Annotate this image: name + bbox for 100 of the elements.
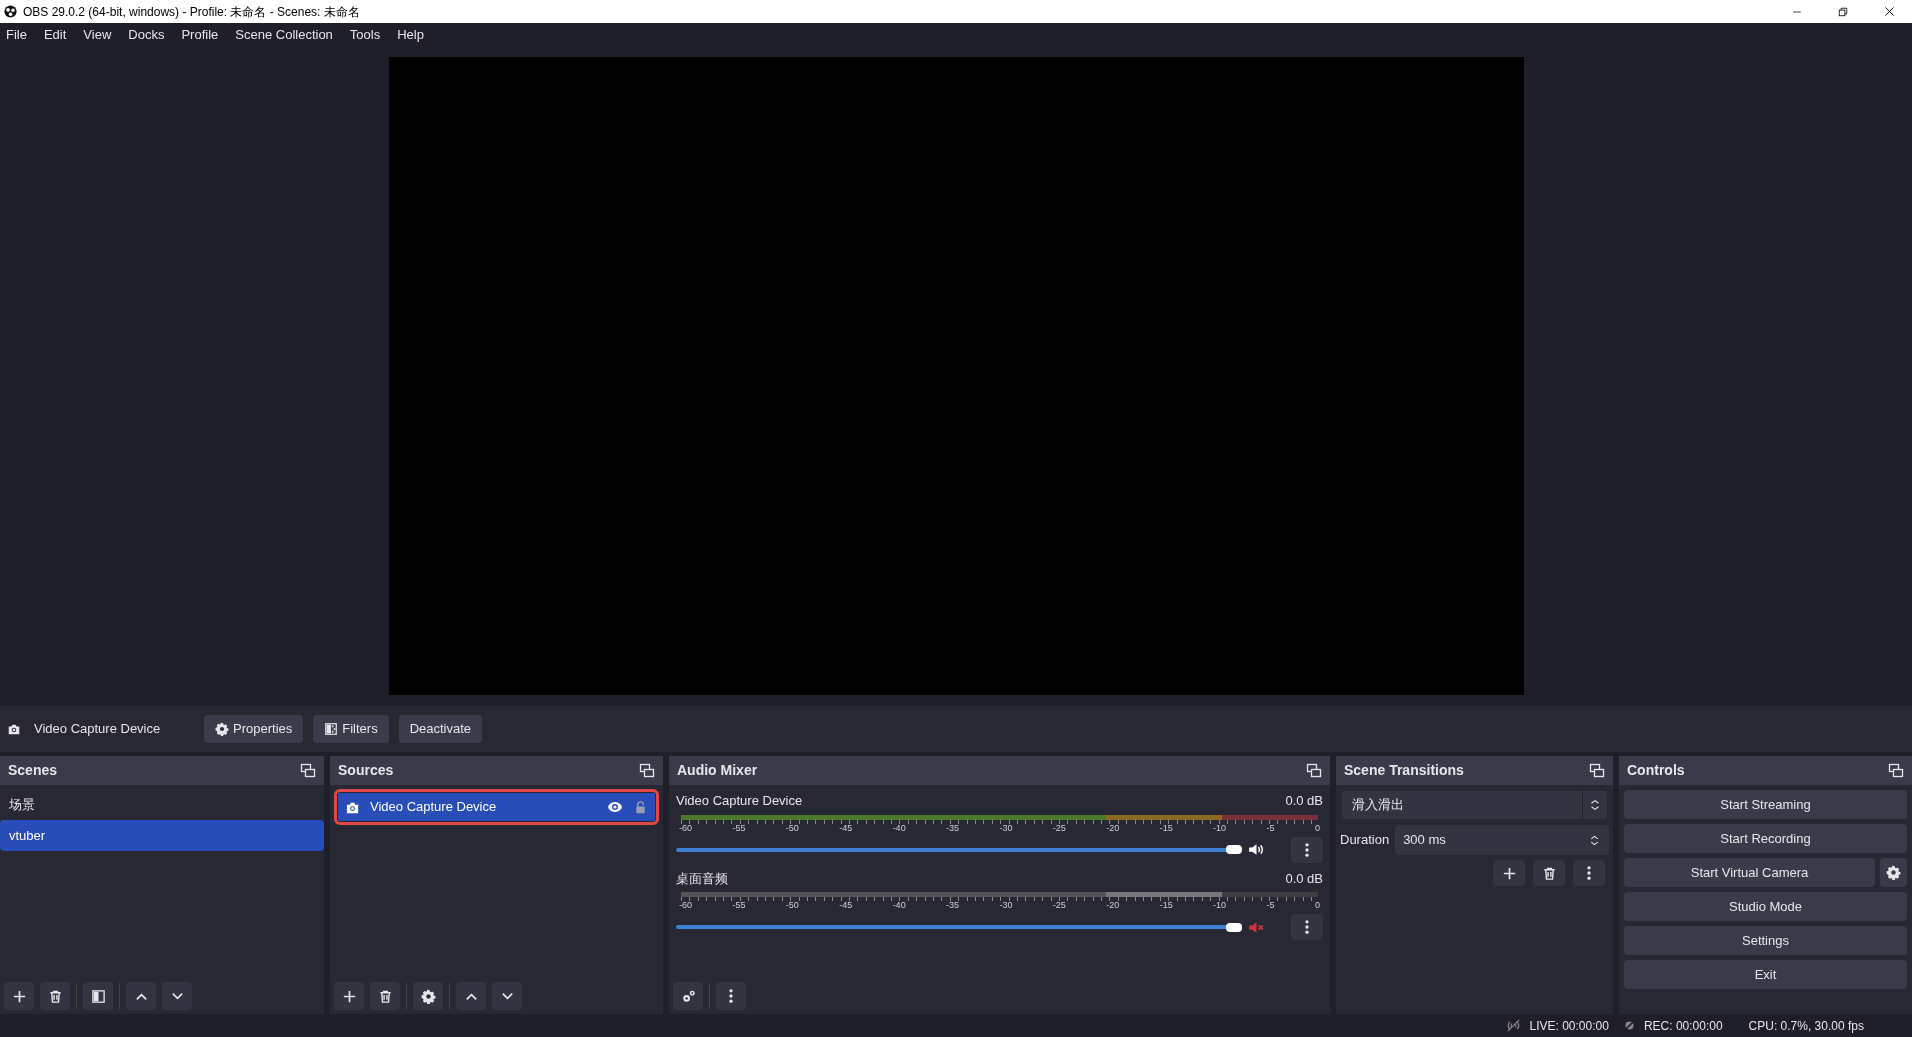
channel-menu-button[interactable]: [1291, 914, 1323, 940]
scene-item[interactable]: 场景: [0, 789, 324, 820]
tick-label: -30: [999, 901, 1013, 910]
menu-item[interactable]: Scene Collection: [235, 25, 333, 45]
tick-label: -30: [999, 823, 1013, 833]
live-status: LIVE: 00:00:00: [1529, 1017, 1609, 1035]
source-name: Video Capture Device: [34, 720, 162, 739]
undock-icon[interactable]: [1589, 762, 1605, 779]
tick-label: -45: [839, 823, 853, 833]
move-down-button[interactable]: [492, 982, 522, 1010]
channel-menu-button[interactable]: [1291, 836, 1323, 863]
tick-label: -15: [1159, 823, 1173, 833]
filter-button[interactable]: [83, 982, 113, 1010]
eye-icon[interactable]: [607, 799, 623, 815]
scene-item[interactable]: vtuber: [0, 820, 324, 851]
dock-title: Controls: [1627, 761, 1685, 780]
no-record-icon: [1622, 1019, 1636, 1032]
mixer-menu-button[interactable]: [716, 982, 746, 1010]
tick-label: 0: [1314, 901, 1320, 910]
tick-label: -40: [892, 823, 906, 833]
lock-icon[interactable]: [633, 799, 648, 815]
advanced-audio-button[interactable]: [673, 982, 703, 1010]
filter-icon: [324, 722, 339, 736]
menu-item[interactable]: Help: [397, 25, 424, 45]
rec-status: REC: 00:00:00: [1643, 1017, 1723, 1035]
tick-label: -10: [1213, 823, 1227, 833]
add-button[interactable]: [4, 982, 34, 1010]
tick-label: -25: [1052, 823, 1066, 833]
transition-dropdown[interactable]: 滑入滑出: [1342, 791, 1607, 819]
menu-item[interactable]: Tools: [349, 25, 381, 45]
trash-icon: [47, 988, 63, 1004]
deactivate-button[interactable]: Deactivate: [398, 715, 483, 743]
control-button[interactable]: Start Streaming: [1624, 790, 1907, 819]
dots-icon: [1305, 920, 1309, 934]
tick-label: -25: [1052, 901, 1066, 910]
control-button[interactable]: Exit: [1624, 960, 1907, 989]
control-button[interactable]: Settings: [1624, 926, 1907, 955]
remove-button[interactable]: [1533, 860, 1565, 886]
filter-icon: [90, 988, 106, 1004]
dock-title: Scene Transitions: [1344, 761, 1464, 780]
dock-title: Scenes: [8, 761, 58, 780]
dots-icon: [1305, 842, 1309, 857]
dock-title: Sources: [338, 761, 394, 780]
updown-icon: [1588, 833, 1601, 847]
volume-reading: 0.0 dB: [1285, 869, 1323, 888]
move-up-button[interactable]: [126, 982, 156, 1010]
remove-button[interactable]: [40, 982, 70, 1010]
control-button[interactable]: Start Recording: [1624, 824, 1907, 853]
tick-label: -5: [1266, 823, 1275, 833]
gears-icon: [680, 988, 696, 1004]
speaker-icon[interactable]: [1248, 841, 1265, 858]
tick-label: -45: [839, 901, 853, 910]
add-button[interactable]: [334, 982, 364, 1010]
settings-button[interactable]: [1880, 858, 1907, 887]
menu-item[interactable]: Profile: [181, 25, 219, 45]
volume-slider[interactable]: [676, 842, 1242, 857]
duration-field[interactable]: 300 ms: [1395, 825, 1609, 855]
tick-label: -50: [785, 823, 799, 833]
filters-button[interactable]: Filters: [313, 715, 389, 743]
tick-label: 0: [1314, 823, 1320, 833]
volume-slider[interactable]: [676, 920, 1242, 934]
control-button[interactable]: Start Virtual Camera: [1624, 858, 1875, 887]
plus-icon: [1501, 865, 1517, 881]
tick-label: -55: [732, 823, 746, 833]
source-item[interactable]: Video Capture Device: [338, 793, 655, 821]
remove-button[interactable]: [370, 982, 400, 1010]
menu-item[interactable]: View: [83, 25, 112, 45]
undock-icon[interactable]: [1888, 762, 1904, 779]
camera-icon: [7, 722, 21, 736]
plus-icon: [11, 988, 27, 1004]
duration-label: Duration: [1340, 831, 1390, 850]
undock-icon[interactable]: [639, 762, 655, 779]
control-button[interactable]: Studio Mode: [1624, 892, 1907, 921]
menu-item[interactable]: Docks: [128, 25, 165, 45]
properties-button[interactable]: Properties: [204, 715, 304, 743]
cpu-status: CPU: 0.7%, 30.00 fps: [1748, 1017, 1864, 1035]
tick-label: -15: [1159, 901, 1173, 910]
properties-button[interactable]: [413, 982, 443, 1010]
move-up-button[interactable]: [456, 982, 486, 1010]
trash-icon: [1541, 865, 1557, 881]
tick-label: -20: [1106, 823, 1120, 833]
tick-label: -55: [732, 901, 746, 910]
plus-icon: [341, 988, 357, 1004]
move-down-button[interactable]: [162, 982, 192, 1010]
app-logo-icon: [4, 5, 17, 18]
add-button[interactable]: [1493, 860, 1525, 886]
source-label: Video Capture Device: [370, 798, 497, 817]
menu-item[interactable]: File: [6, 25, 27, 45]
tick-label: -20: [1106, 901, 1120, 910]
undock-icon[interactable]: [1306, 762, 1322, 779]
dots-icon: [729, 989, 733, 1003]
menu-item[interactable]: Edit: [43, 25, 67, 45]
tick-label: -50: [785, 901, 799, 910]
undock-icon[interactable]: [300, 762, 316, 779]
window-title: OBS 29.0.2 (64-bit, windows) - Profile: 未命名 - Scenes: 未命名: [23, 3, 360, 21]
dots-icon: [1587, 866, 1591, 880]
gear-icon: [215, 722, 229, 736]
gear-icon: [1886, 865, 1901, 880]
no-signal-icon: [1506, 1018, 1522, 1033]
transition-menu-button[interactable]: [1573, 860, 1605, 886]
